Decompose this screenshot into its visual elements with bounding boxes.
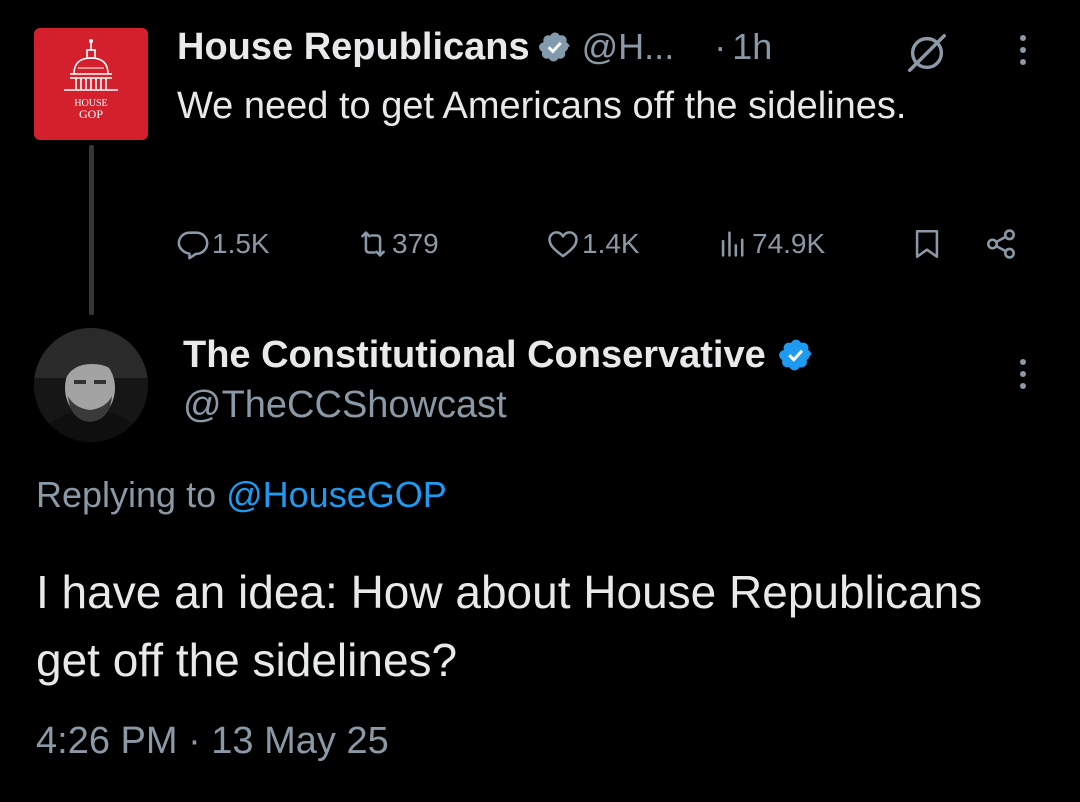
parent-time-ago[interactable]: 1h: [732, 26, 772, 68]
parent-tweet-header: House Republicans @H... · 1h: [177, 22, 772, 72]
verified-blue-badge-icon: [778, 339, 812, 371]
constitutional-conservative-avatar[interactable]: [34, 328, 148, 442]
tweet-action-bar: 1.5K 379 1.4K 74.9K: [176, 222, 1036, 266]
views-button[interactable]: 74.9K: [716, 222, 825, 266]
profile-photo: [34, 328, 148, 442]
repost-icon: [361, 231, 385, 257]
parent-tweet-text: We need to get Americans off the sidelin…: [177, 85, 907, 127]
svg-text:GOP: GOP: [79, 107, 103, 121]
capitol-dome-logo: HOUSE GOP: [64, 39, 118, 121]
views-chart-icon: [721, 231, 744, 257]
bookmark-button[interactable]: [910, 222, 946, 266]
reply-icon: [177, 231, 209, 260]
verified-grey-badge-icon: [538, 32, 570, 62]
parent-author-name[interactable]: House Republicans: [177, 26, 530, 69]
reply-handle[interactable]: @TheCCShowcast: [183, 384, 507, 427]
share-icon: [986, 229, 1016, 259]
repost-button[interactable]: 379: [356, 222, 439, 266]
repost-count: 379: [392, 228, 439, 259]
like-button[interactable]: 1.4K: [546, 222, 640, 266]
tweet-timestamp[interactable]: 4:26 PM · 13 May 25: [36, 720, 389, 763]
reply-tweet-text: I have an idea: How about House Republic…: [36, 566, 983, 686]
like-count: 1.4K: [582, 228, 640, 259]
reply-count: 1.5K: [212, 228, 270, 259]
house-gop-avatar[interactable]: HOUSE GOP: [34, 28, 148, 140]
more-options-icon[interactable]: [1008, 354, 1038, 394]
parent-handle[interactable]: @H...: [582, 26, 675, 68]
like-heart-icon: [548, 231, 578, 258]
reply-author-name[interactable]: The Constitutional Conservative: [183, 334, 766, 377]
share-button[interactable]: [984, 222, 1020, 266]
more-options-icon[interactable]: [1008, 30, 1038, 70]
grok-icon[interactable]: [904, 30, 950, 76]
reply-button[interactable]: 1.5K: [176, 222, 270, 266]
reply-author-row: The Constitutional Conservative: [183, 330, 814, 380]
replying-prefix: Replying to: [36, 474, 227, 515]
thread-line: [89, 145, 94, 315]
mention-link[interactable]: @HouseGOP: [226, 474, 447, 515]
bookmark-icon: [915, 229, 939, 259]
replying-to-line: Replying to @HouseGOP: [36, 474, 447, 516]
separator-dot: ·: [714, 26, 727, 67]
view-count: 74.9K: [752, 228, 826, 259]
